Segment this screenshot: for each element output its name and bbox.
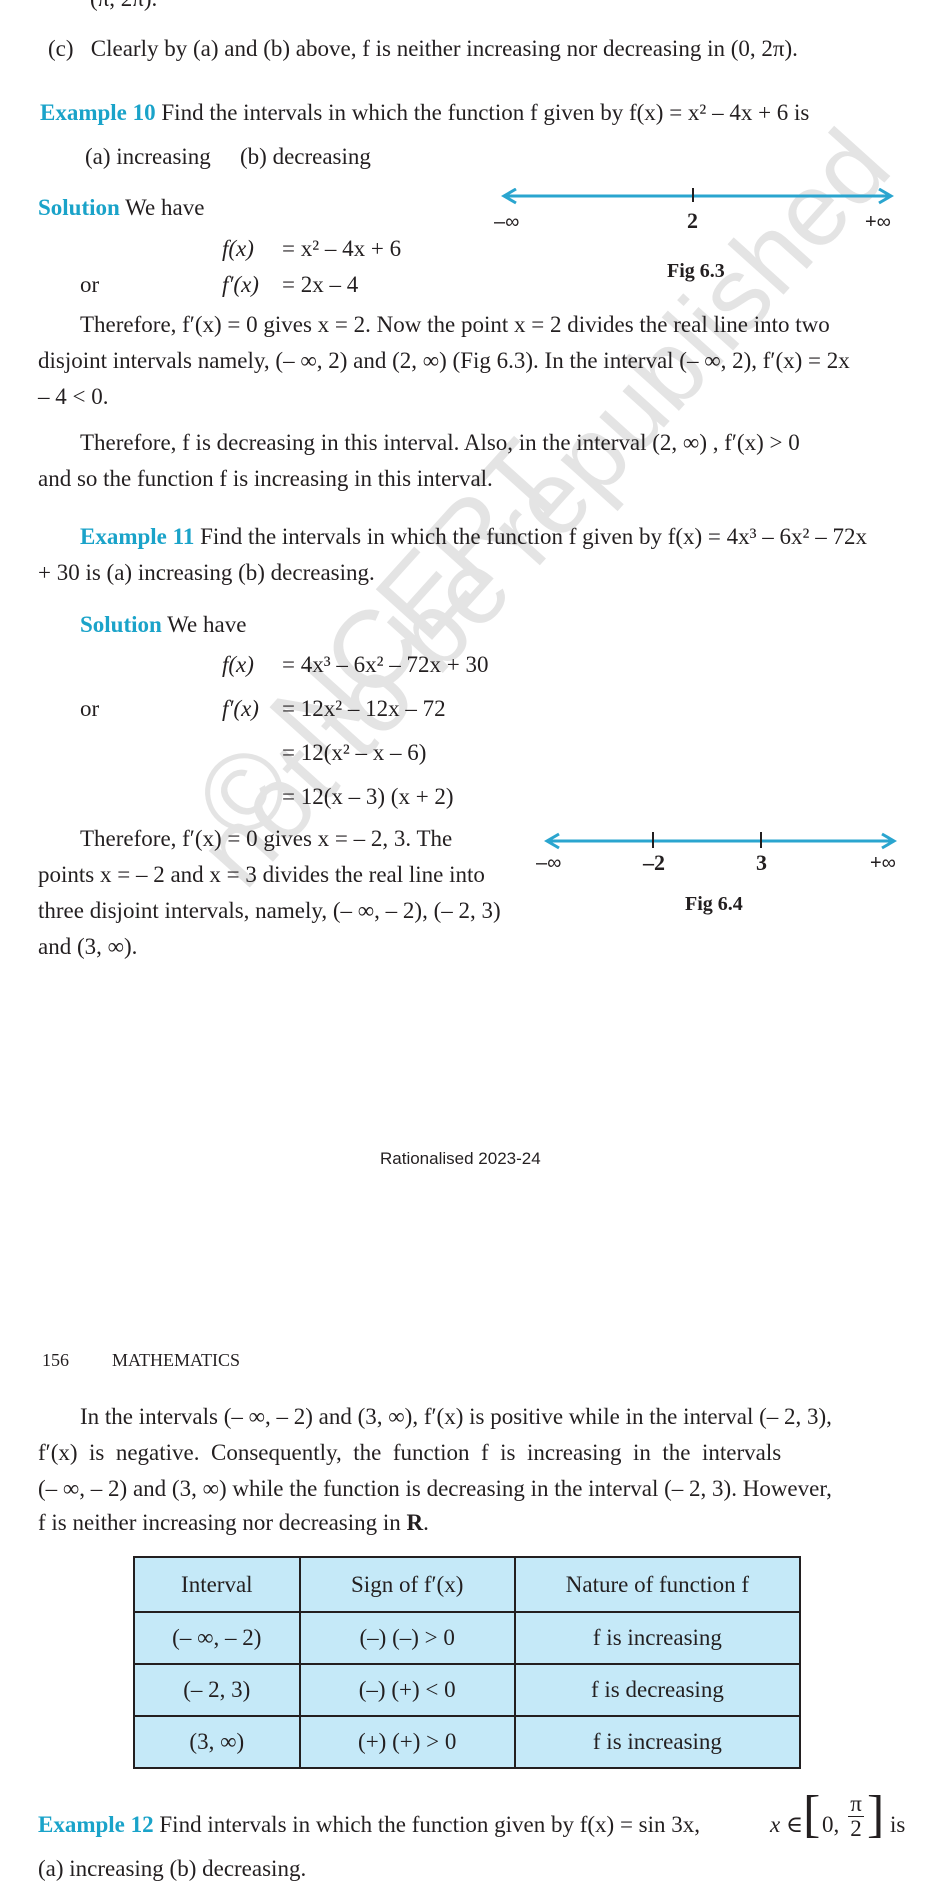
- fraction-pi-over-2: π 2: [846, 1792, 866, 1841]
- part-c-label: (c): [48, 36, 74, 61]
- ex11-eq2-prefix: or: [80, 696, 100, 721]
- ex10-para1-line3: – 4 < 0.: [38, 384, 109, 409]
- ex11-para-line1: Therefore, f′(x) = 0 gives x = – 2, 3. T…: [80, 826, 453, 851]
- part-c: (c) Clearly by (a) and (b) above, f is n…: [48, 36, 798, 62]
- real-numbers-symbol: R: [406, 1510, 424, 1535]
- fig-6-4-left-label: –∞: [536, 852, 562, 874]
- solution-intro: We have: [167, 612, 247, 637]
- left-bracket: [: [803, 1786, 821, 1843]
- number-line-fig-6-3: [501, 188, 894, 205]
- conclusion-line3: (– ∞, – 2) and (3, ∞) while the function…: [38, 1476, 832, 1501]
- fig-6-4-tick-label-3: 3: [756, 850, 767, 875]
- cell-sign: (+) (+) > 0: [298, 1715, 516, 1769]
- conclusion-line2: f′(x) is negative. Consequently, the fun…: [38, 1440, 782, 1465]
- fig-6-3-right-label: +∞: [865, 211, 891, 233]
- example-12-is: is: [890, 1812, 906, 1837]
- fig-6-4-caption: Fig 6.4: [685, 893, 743, 915]
- conclusion-line4-text: f is neither increasing nor decreasing i…: [38, 1510, 407, 1535]
- fig-6-3-caption: Fig 6.3: [667, 260, 725, 282]
- conclusion-line4-end: .: [423, 1510, 429, 1535]
- fraction-numerator: π: [850, 1791, 862, 1816]
- example-11-question-line2: + 30 is (a) increasing (b) decreasing.: [38, 560, 375, 585]
- page-number: 156: [42, 1350, 69, 1370]
- ex10-para2-line1: Therefore, f is decreasing in this inter…: [80, 430, 800, 455]
- fig-6-3-left-label: –∞: [494, 211, 520, 233]
- example-11-text: Find the intervals in which the function…: [200, 524, 867, 549]
- example-12-domain-x: x ∈: [770, 1812, 803, 1837]
- solution-label: Solution: [80, 612, 162, 637]
- example-11-question: Example 11 Find the intervals in which t…: [80, 524, 867, 550]
- header-sign: Sign of f′(x): [298, 1556, 516, 1613]
- ex11-eq2-rhs: = 12x² – 12x – 72: [282, 696, 446, 721]
- example-12-label: Example 12: [38, 1812, 154, 1837]
- eq1-rhs: = x² – 4x + 6: [282, 236, 402, 261]
- header-interval: Interval: [133, 1556, 301, 1613]
- table-row: (3, ∞) (+) (+) > 0 f is increasing: [133, 1715, 802, 1769]
- eq1-lhs: f(x): [222, 236, 254, 261]
- eq2-rhs: = 2x – 4: [282, 272, 359, 297]
- fig-6-4-tick-label-neg2: –2: [643, 850, 665, 875]
- fraction-denominator: 2: [850, 1816, 862, 1841]
- running-head: MATHEMATICS: [112, 1350, 241, 1370]
- cell-sign: (–) (–) > 0: [298, 1611, 516, 1665]
- right-bracket: ]: [867, 1786, 885, 1843]
- ex11-para-line2: points x = – 2 and x = 3 divides the rea…: [38, 862, 485, 887]
- ex11-eq4-rhs: = 12(x – 3) (x + 2): [282, 784, 454, 809]
- fig-6-4-right-label: +∞: [870, 852, 896, 874]
- top-fragment: (π, 2π).: [90, 0, 157, 12]
- example-10-solution: Solution We have: [38, 195, 204, 221]
- ex11-para-line4: and (3, ∞).: [38, 934, 138, 959]
- example-12-text: Find intervals in which the function giv…: [159, 1812, 701, 1837]
- example-10-question: Example 10 Find the intervals in which t…: [40, 100, 809, 126]
- cell-nature: f is increasing: [513, 1611, 802, 1665]
- eq2-prefix: or: [80, 272, 100, 297]
- table-row: (– 2, 3) (–) (+) < 0 f is decreasing: [133, 1663, 802, 1717]
- number-line-fig-6-4: [544, 832, 897, 850]
- ex11-eq1-lhs: f(x): [222, 652, 254, 677]
- footer-rationalised: Rationalised 2023-24: [380, 1149, 541, 1168]
- solution-label: Solution: [38, 195, 120, 220]
- table-header-row: Interval Sign of f′(x) Nature of functio…: [133, 1556, 802, 1613]
- conclusion-line4: f is neither increasing nor decreasing i…: [38, 1510, 429, 1536]
- fig-6-3-tick-label: 2: [687, 208, 698, 233]
- example-11-label: Example 11: [80, 524, 195, 549]
- conclusion-line1: In the intervals (– ∞, – 2) and (3, ∞), …: [80, 1404, 832, 1429]
- cell-interval: (– 2, 3): [133, 1663, 301, 1717]
- ex11-para-line3: three disjoint intervals, namely, (– ∞, …: [38, 898, 501, 923]
- cell-nature: f is increasing: [513, 1715, 802, 1769]
- part-c-text: Clearly by (a) and (b) above, f is neith…: [90, 36, 798, 61]
- cell-interval: (3, ∞): [133, 1715, 301, 1769]
- example-10-label: Example 10: [40, 100, 156, 125]
- ex11-eq2-lhs: f′(x): [222, 696, 259, 721]
- header-nature: Nature of function f: [513, 1556, 802, 1613]
- example-12-line2: (a) increasing (b) decreasing.: [38, 1856, 307, 1881]
- example-12-domain-zero: 0,: [822, 1812, 840, 1837]
- cell-interval: (– ∞, – 2): [133, 1611, 301, 1665]
- sign-table: Interval Sign of f′(x) Nature of functio…: [133, 1556, 802, 1769]
- solution-intro: We have: [125, 195, 205, 220]
- ex10-para1-line1: Therefore, f′(x) = 0 gives x = 2. Now th…: [80, 312, 830, 337]
- ex10-para1-line2: disjoint intervals namely, (– ∞, 2) and …: [38, 348, 850, 373]
- table-row: (– ∞, – 2) (–) (–) > 0 f is increasing: [133, 1611, 802, 1665]
- cell-nature: f is decreasing: [513, 1663, 802, 1717]
- example-10-text: Find the intervals in which the function…: [161, 100, 810, 125]
- example-12-question: Example 12 Find intervals in which the f…: [38, 1812, 700, 1838]
- ex10-para2-line2: and so the function f is increasing in t…: [38, 466, 493, 491]
- cell-sign: (–) (+) < 0: [298, 1663, 516, 1717]
- example-10-option-a: (a) increasing: [85, 144, 211, 169]
- example-10-option-b: (b) decreasing: [240, 144, 371, 169]
- ex11-eq1-rhs: = 4x³ – 6x² – 72x + 30: [282, 652, 489, 677]
- ex11-eq3-rhs: = 12(x² – x – 6): [282, 740, 427, 765]
- example-11-solution: Solution We have: [80, 612, 246, 638]
- eq2-lhs: f′(x): [222, 272, 259, 297]
